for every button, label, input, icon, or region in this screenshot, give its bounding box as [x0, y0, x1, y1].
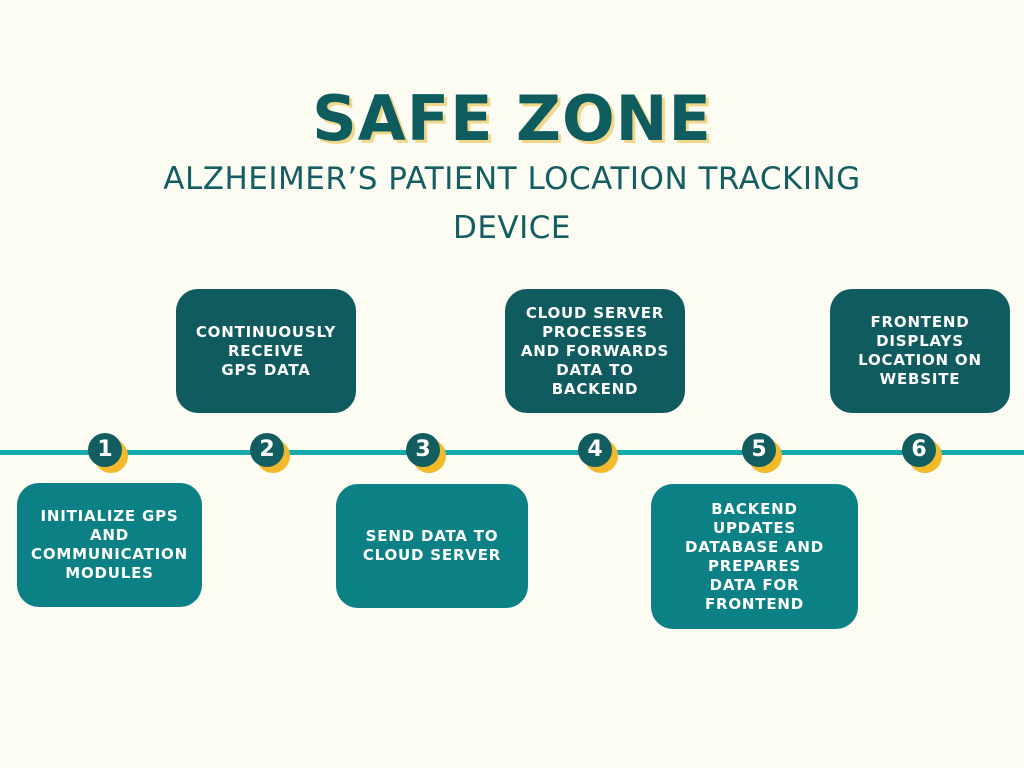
step-number: 3 — [406, 433, 440, 467]
step-card-5: BACKEND UPDATES DATABASE AND PREPARES DA… — [651, 484, 858, 629]
step-card-3: SEND DATA TO CLOUD SERVER — [336, 484, 528, 608]
step-marker-6: 6 — [902, 433, 942, 473]
step-number: 2 — [250, 433, 284, 467]
step-marker-3: 3 — [406, 433, 446, 473]
page-title: SAFE ZONE — [312, 82, 712, 155]
step-card-1: INITIALIZE GPS AND COMMUNICATION MODULES — [17, 483, 202, 607]
step-number: 6 — [902, 433, 936, 467]
step-text: INITIALIZE GPS AND COMMUNICATION MODULES — [31, 507, 188, 582]
page-subtitle: ALZHEIMER’S PATIENT LOCATION TRACKING DE… — [163, 161, 861, 246]
step-card-6: FRONTEND DISPLAYS LOCATION ON WEBSITE — [830, 289, 1010, 413]
step-text: CONTINUOUSLY RECEIVE GPS DATA — [195, 322, 337, 379]
step-marker-4: 4 — [578, 433, 618, 473]
step-marker-2: 2 — [250, 433, 290, 473]
step-text: SEND DATA TO CLOUD SERVER — [362, 527, 502, 564]
step-card-2: CONTINUOUSLY RECEIVE GPS DATA — [176, 289, 356, 413]
step-card-4: CLOUD SERVER PROCESSES AND FORWARDS DATA… — [505, 289, 685, 413]
step-marker-5: 5 — [742, 433, 782, 473]
step-text: CLOUD SERVER PROCESSES AND FORWARDS DATA… — [520, 303, 670, 398]
step-number: 1 — [88, 433, 122, 467]
step-number: 4 — [578, 433, 612, 467]
step-text: BACKEND UPDATES DATABASE AND PREPARES DA… — [684, 499, 825, 613]
step-text: FRONTEND DISPLAYS LOCATION ON WEBSITE — [858, 313, 982, 388]
timeline-line — [0, 450, 1024, 455]
step-number: 5 — [742, 433, 776, 467]
step-marker-1: 1 — [88, 433, 128, 473]
